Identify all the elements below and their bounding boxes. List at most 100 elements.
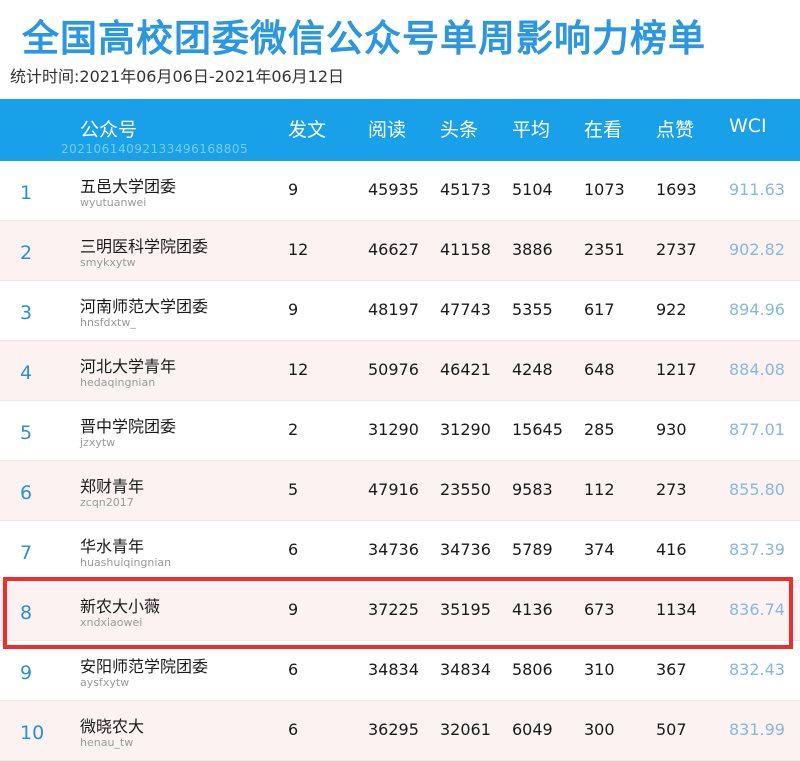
posts-cell: 6 [288,660,299,679]
header-wci: WCI [729,115,767,137]
rank-cell: 8 [20,602,33,624]
reads-cell: 34834 [368,660,419,679]
looking-cell: 300 [584,720,615,739]
header-watermark: 20210614092133496168805 [61,142,249,156]
table-row: 2 三明医科学院团委 smykxytw 12 46627 41158 3886 2351 273… [0,221,800,281]
account-id: aysfxytw [80,676,130,689]
account-name: 五邑大学团委 [80,177,177,196]
header-top: 头条 [440,119,479,141]
avg-cell: 4136 [512,600,553,619]
rank-cell: 7 [20,542,33,564]
rank-cell: 9 [20,662,33,684]
account-name: 三明医科学院团委 [80,237,209,256]
posts-cell: 9 [288,180,299,199]
account-id: hedaqingnian [80,376,156,389]
account-name: 安阳师范学院团委 [80,657,209,676]
rank-cell: 10 [20,722,45,744]
wci-cell: 836.74 [729,600,785,619]
avg-cell: 5789 [512,540,553,559]
header-reads: 阅读 [368,119,407,141]
rank-cell: 3 [20,302,33,324]
reads-cell: 37225 [368,600,419,619]
wci-cell: 894.96 [729,300,785,319]
rank-cell: 1 [20,182,33,204]
avg-cell: 5104 [512,180,553,199]
likes-cell: 922 [656,300,687,319]
account-id: henau_tw [80,736,134,749]
table-row: 7 华水青年 huashuiqingnian 6 34736 34736 5789 374 41… [0,521,800,581]
wci-cell: 831.99 [729,720,785,739]
account-name: 微晓农大 [80,717,145,736]
top-cell: 41158 [440,240,491,259]
account-id: zcqn2017 [80,496,134,509]
posts-cell: 9 [288,600,299,619]
account-name: 郑财青年 [80,477,145,496]
account-id: jzxytw [80,436,116,449]
looking-cell: 673 [584,600,615,619]
reads-cell: 36295 [368,720,419,739]
posts-cell: 12 [288,240,309,259]
top-cell: 32061 [440,720,491,739]
posts-cell: 6 [288,540,299,559]
header-account: 公众号 [80,119,138,141]
avg-cell: 4248 [512,360,553,379]
reads-cell: 34736 [368,540,419,559]
top-cell: 34736 [440,540,491,559]
rank-cell: 2 [20,242,33,264]
page-title: 全国高校团委微信公众号单周影响力榜单 [22,17,706,60]
wci-cell: 884.08 [729,360,785,379]
looking-cell: 1073 [584,180,625,199]
looking-cell: 2351 [584,240,625,259]
wci-cell: 855.80 [729,480,785,499]
account-name: 晋中学院团委 [80,417,177,436]
table-row: 6 郑财青年 zcqn2017 5 47916 23550 9583 112 273 855.80 [0,461,800,521]
reads-cell: 46627 [368,240,419,259]
top-cell: 47743 [440,300,491,319]
reads-cell: 45935 [368,180,419,199]
likes-cell: 367 [656,660,687,679]
likes-cell: 507 [656,720,687,739]
account-id: smykxytw [80,256,136,269]
posts-cell: 12 [288,360,309,379]
table-row: 1 五邑大学团委 wyutuanwei 9 45935 45173 5104 1073 1693… [0,161,800,221]
wci-cell: 877.01 [729,420,785,439]
account-id: xndxiaowei [80,616,143,629]
likes-cell: 1134 [656,600,697,619]
likes-cell: 273 [656,480,687,499]
table-row: 8 新农大小薇 xndxiaowei 9 37225 35195 4136 673 1134 83… [0,581,800,641]
account-name: 河南师范大学团委 [80,297,209,316]
posts-cell: 6 [288,720,299,739]
top-cell: 45173 [440,180,491,199]
account-name: 华水青年 [80,537,145,556]
avg-cell: 5355 [512,300,553,319]
avg-cell: 6049 [512,720,553,739]
avg-cell: 5806 [512,660,553,679]
looking-cell: 112 [584,480,615,499]
ranking-table: 1 五邑大学团委 wyutuanwei 9 45935 45173 5104 1073 1693… [0,161,800,761]
statistics-period: 统计时间:2021年06月06日-2021年06月12日 [10,67,345,86]
avg-cell: 9583 [512,480,553,499]
looking-cell: 374 [584,540,615,559]
reads-cell: 50976 [368,360,419,379]
wci-cell: 911.63 [729,180,785,199]
likes-cell: 2737 [656,240,697,259]
avg-cell: 15645 [512,420,563,439]
table-row: 9 安阳师范学院团委 aysfxytw 6 34834 34834 5806 310 367 83… [0,641,800,701]
looking-cell: 648 [584,360,615,379]
posts-cell: 2 [288,420,299,439]
wci-cell: 832.43 [729,660,785,679]
wci-cell: 902.82 [729,240,785,259]
header-posts: 发文 [288,119,327,141]
reads-cell: 48197 [368,300,419,319]
header-avg: 平均 [512,119,551,141]
table-header: 公众号 20210614092133496168805 发文 阅读 头条 平均 … [0,99,800,161]
reads-cell: 31290 [368,420,419,439]
table-row: 10 微晓农大 henau_tw 6 36295 32061 6049 300 507 831.9… [0,701,800,761]
likes-cell: 930 [656,420,687,439]
table-row: 4 河北大学青年 hedaqingnian 12 50976 46421 4248 648 12… [0,341,800,401]
table-row: 3 河南师范大学团委 hnsfdxtw_ 9 48197 47743 5355 617 922 8… [0,281,800,341]
top-cell: 23550 [440,480,491,499]
looking-cell: 285 [584,420,615,439]
looking-cell: 310 [584,660,615,679]
top-cell: 35195 [440,600,491,619]
